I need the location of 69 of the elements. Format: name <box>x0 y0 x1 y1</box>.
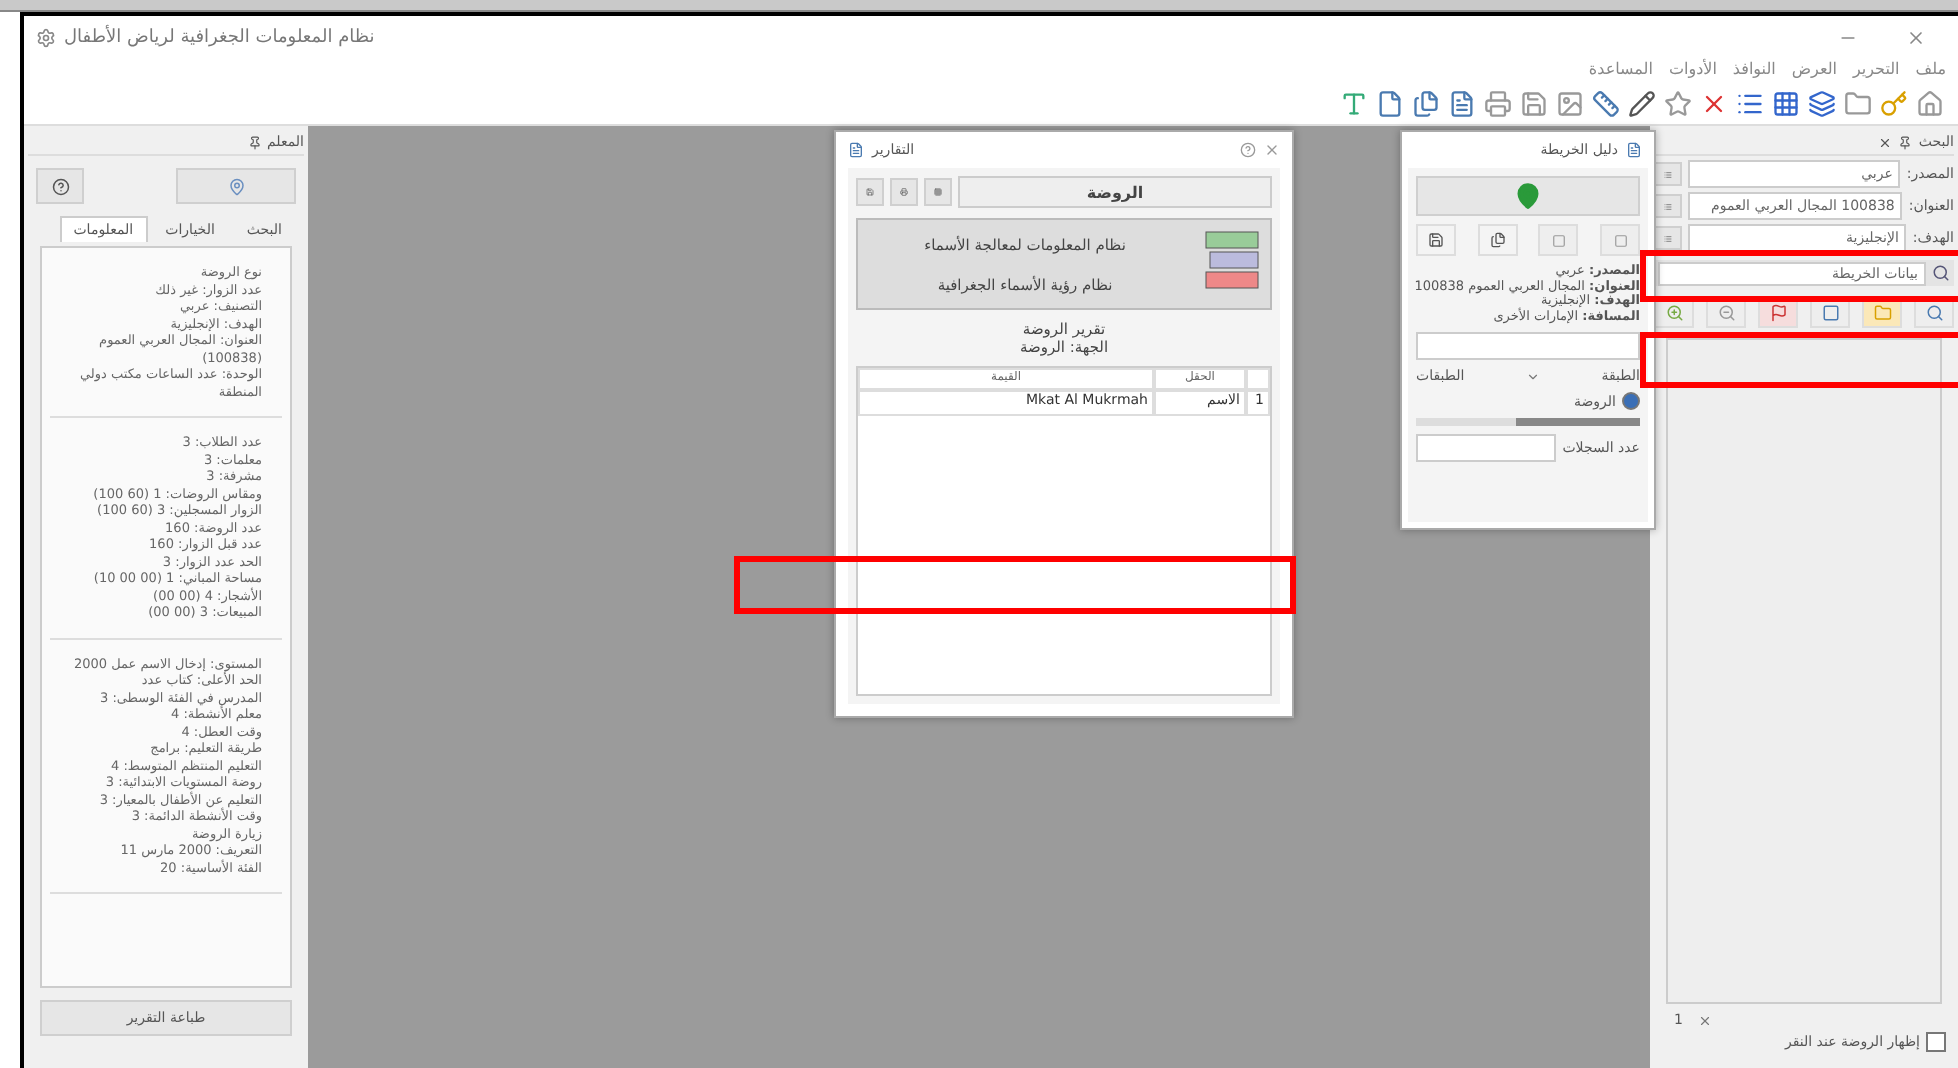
close-icon[interactable] <box>1878 135 1893 149</box>
ruler-icon[interactable] <box>1592 89 1622 119</box>
map-pin-icon <box>1514 182 1542 210</box>
dropdown-icon[interactable] <box>1525 369 1540 383</box>
copy-icon <box>1489 232 1506 248</box>
menu-item[interactable]: العرض <box>1791 60 1837 84</box>
text-tool-icon[interactable] <box>1340 89 1370 119</box>
input-field[interactable] <box>1416 434 1557 462</box>
corner-cell <box>1246 368 1270 390</box>
help-button[interactable] <box>36 168 84 204</box>
copy-button[interactable] <box>1477 224 1518 256</box>
star-icon[interactable] <box>1664 89 1694 119</box>
close-icon[interactable] <box>1264 142 1280 158</box>
printer-icon <box>900 184 908 200</box>
pin-icon[interactable] <box>1898 135 1913 149</box>
browse-button[interactable] <box>1654 226 1682 250</box>
radio-button[interactable] <box>1622 392 1640 410</box>
pin-icon[interactable] <box>247 135 262 149</box>
help-icon <box>51 177 69 195</box>
menu-item[interactable]: ملف <box>1915 60 1946 84</box>
pencil-icon[interactable] <box>1628 89 1658 119</box>
locate-button[interactable] <box>1416 176 1640 216</box>
home-icon[interactable] <box>1916 89 1946 119</box>
page-icon[interactable] <box>1376 89 1406 119</box>
grid-icon <box>934 184 942 200</box>
save-icon <box>866 184 874 200</box>
app-icon <box>36 28 56 48</box>
panel-icon <box>1626 142 1642 158</box>
zoom-in-icon <box>1665 303 1683 321</box>
document-icon[interactable] <box>1448 89 1478 119</box>
search-icon[interactable] <box>1932 264 1950 282</box>
list-icon[interactable] <box>1736 89 1766 119</box>
zoom-out-icon <box>1717 303 1735 321</box>
flag-icon <box>1769 303 1787 321</box>
square-icon <box>1613 233 1627 247</box>
save-icon <box>1428 232 1445 248</box>
clear-icon[interactable] <box>1698 1013 1713 1027</box>
input-field[interactable] <box>1416 332 1640 360</box>
help-icon[interactable] <box>1240 142 1256 158</box>
report-header: الروضة <box>958 176 1272 208</box>
print-button[interactable] <box>890 178 918 206</box>
menu-item[interactable]: النوافذ <box>1732 60 1776 84</box>
dialog-icon <box>848 142 864 158</box>
grid-icon[interactable] <box>1772 89 1802 119</box>
save-button[interactable] <box>1416 224 1457 256</box>
browse-button[interactable] <box>1654 162 1682 186</box>
browse-button[interactable] <box>1654 194 1682 218</box>
square-icon <box>1551 233 1566 247</box>
window-icon <box>1821 303 1839 321</box>
key-icon[interactable] <box>1880 89 1910 119</box>
table-button[interactable] <box>924 178 952 206</box>
close-icon <box>1906 28 1926 48</box>
menu-item[interactable]: المساعدة <box>1588 60 1653 84</box>
prev-button[interactable] <box>1538 224 1579 256</box>
next-button[interactable] <box>1600 224 1640 256</box>
map-pin-icon <box>227 177 245 195</box>
folder-icon <box>1873 303 1891 321</box>
folder-icon[interactable] <box>1844 89 1874 119</box>
menu-item[interactable]: الأدوات <box>1668 60 1717 84</box>
search-icon <box>1925 303 1943 321</box>
menu-item[interactable]: التحرير <box>1852 60 1900 84</box>
checkbox[interactable] <box>1926 1032 1946 1052</box>
printer-icon[interactable] <box>1484 89 1514 119</box>
save-icon[interactable] <box>1520 89 1550 119</box>
opacity-slider[interactable] <box>1416 418 1640 426</box>
layers-icon[interactable] <box>1808 89 1838 119</box>
pages-icon[interactable] <box>1412 89 1442 119</box>
image-icon[interactable] <box>1556 89 1586 119</box>
window-title: نظام المعلومات الجغرافية لرياض الأطفال <box>64 28 377 48</box>
